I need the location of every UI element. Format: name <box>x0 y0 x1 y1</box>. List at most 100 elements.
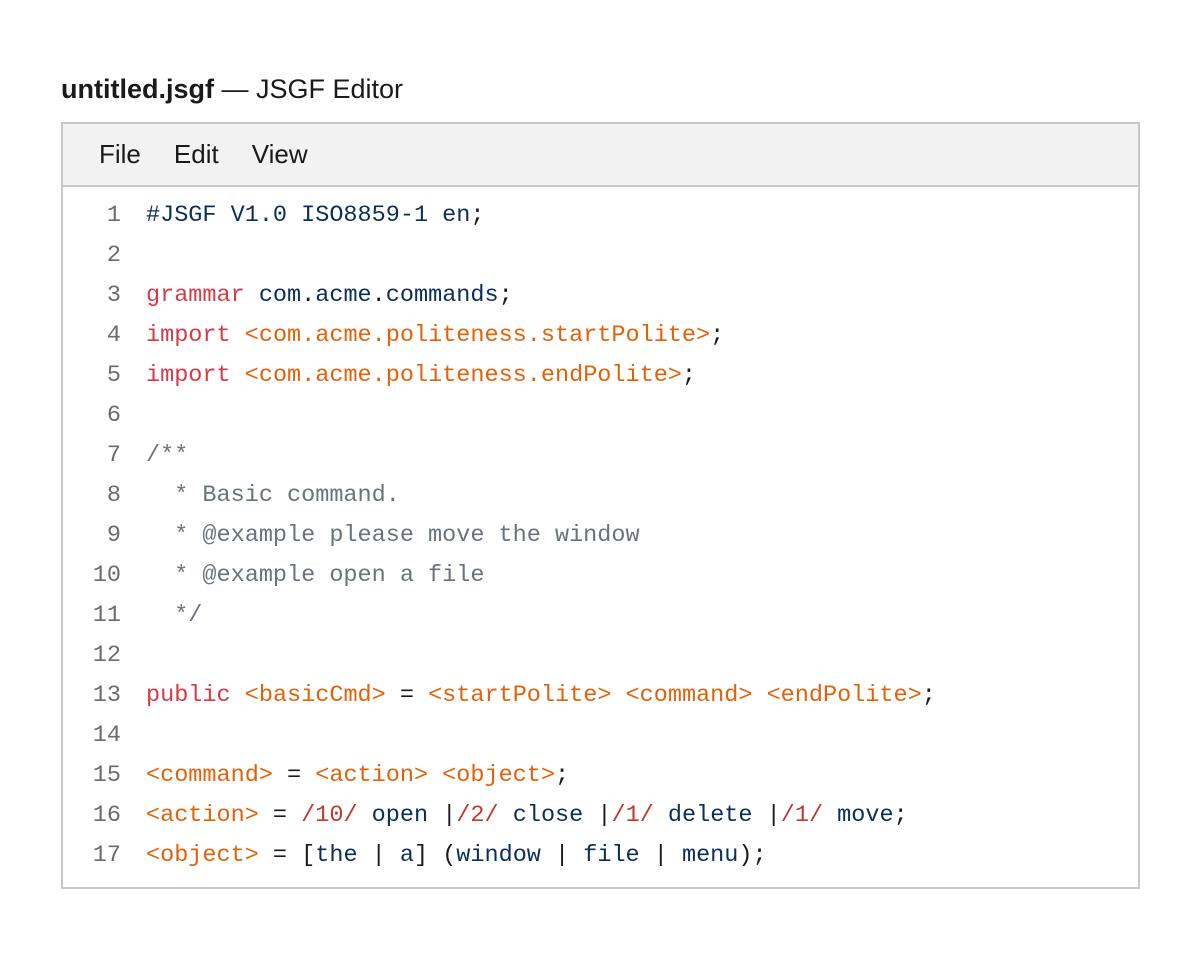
code-token: * @example open a file <box>146 562 485 589</box>
line-number: 2 <box>106 242 121 269</box>
line-number: 12 <box>92 642 121 669</box>
code-token: ; <box>498 282 513 309</box>
line-number: 15 <box>92 762 121 789</box>
code-token: | <box>540 842 584 869</box>
line-number: 10 <box>92 562 121 589</box>
line-text: <object> = [the | a] (window | file | me… <box>146 836 767 876</box>
code-token: ; <box>710 322 725 349</box>
code-line: 1 #JSGF V1.0 ISO8859-1 en; <box>63 196 936 236</box>
code-token: <com.acme.politeness.endPolite> <box>244 362 682 389</box>
code-token: | <box>639 842 682 869</box>
line-number: 5 <box>106 362 121 389</box>
code-line: 11 */ <box>63 596 936 636</box>
code-token: ; <box>470 202 485 229</box>
code-token: grammar <box>146 282 245 309</box>
code-token: file <box>583 842 640 869</box>
code-token: . <box>371 282 386 309</box>
code-token: com <box>258 282 302 309</box>
code-token: /1/ <box>780 802 824 829</box>
line-number: 11 <box>92 602 121 629</box>
line-text: */ <box>146 596 202 636</box>
code-token: <command> <box>625 682 753 709</box>
line-number: 4 <box>106 322 121 349</box>
code-token: <startPolite> <box>428 682 612 709</box>
code-token: = <box>272 762 316 789</box>
line-text: <action> = /10/ open |/2/ close |/1/ del… <box>146 796 908 836</box>
code-line: 4 import <com.acme.politeness.startPolite… <box>63 316 936 356</box>
code-token: import <box>146 362 231 389</box>
code-line: 15 <command> = <action> <object>; <box>63 756 936 796</box>
editor-window: File Edit View 1 #JSGF V1.0 ISO8859-1 en;… <box>61 122 1140 889</box>
code-token: ] ( <box>413 842 457 869</box>
code-token: */ <box>146 602 203 629</box>
code-area[interactable]: 1 #JSGF V1.0 ISO8859-1 en; 2 3 grammar com.a… <box>63 196 936 876</box>
code-token: commands <box>385 282 499 309</box>
line-text: grammar com.acme.commands; <box>146 276 513 316</box>
code-line: 6 <box>63 396 936 436</box>
line-number: 8 <box>106 482 121 509</box>
code-token: /10/ <box>301 802 358 829</box>
code-token: <command> <box>146 762 273 789</box>
menu-view[interactable]: View <box>252 139 308 170</box>
window-title: untitled.jsgf — JSGF Editor <box>61 72 403 106</box>
code-token: <object> <box>146 842 259 869</box>
menu-edit[interactable]: Edit <box>174 139 219 170</box>
line-text: /** <box>146 436 188 476</box>
code-token: public <box>146 682 231 709</box>
code-line: 17 <object> = [the | a] (window | file | … <box>63 836 936 876</box>
code-token: <com.acme.politeness.startPolite> <box>244 322 711 349</box>
code-line: 3 grammar com.acme.commands; <box>63 276 936 316</box>
line-text: * Basic command. <box>146 476 400 516</box>
menu-bar: File Edit View <box>63 124 1138 187</box>
code-token: <action> <box>146 802 259 829</box>
code-token: = [ <box>258 842 316 869</box>
code-token: /** <box>146 442 189 469</box>
code-line: 7 /** <box>63 436 936 476</box>
line-number: 14 <box>92 722 121 749</box>
code-line: 5 import <com.acme.politeness.endPolite>; <box>63 356 936 396</box>
code-token: /1/ <box>611 802 654 829</box>
code-token: ; <box>893 802 908 829</box>
code-token: move <box>837 802 894 829</box>
code-token: = <box>258 802 302 829</box>
code-line: 9 * @example please move the window <box>63 516 936 556</box>
code-line: 14 <box>63 716 936 756</box>
code-token: #JSGF V1.0 ISO8859-1 en <box>146 202 471 229</box>
code-line: 12 <box>63 636 936 676</box>
code-line: 2 <box>63 236 936 276</box>
code-token: window <box>456 842 541 869</box>
code-token: ); <box>738 842 767 869</box>
code-token: acme <box>315 282 372 309</box>
line-number: 16 <box>92 802 121 829</box>
line-number: 3 <box>106 282 121 309</box>
code-token: menu <box>681 842 739 869</box>
line-text: import <com.acme.politeness.startPolite>… <box>146 316 724 356</box>
line-text: * @example open a file <box>146 556 484 596</box>
code-token: a <box>399 842 414 869</box>
line-number: 17 <box>92 842 121 869</box>
code-token: <endPolite> <box>766 682 922 709</box>
code-token: | <box>752 802 781 829</box>
code-token: the <box>315 842 358 869</box>
line-number: 13 <box>92 682 121 709</box>
code-token: ; <box>921 682 936 709</box>
app-name: — JSGF Editor <box>213 74 404 104</box>
code-token: ; <box>555 762 570 789</box>
code-token: * Basic command. <box>146 482 400 509</box>
line-number: 6 <box>106 402 121 429</box>
code-token: | <box>357 842 400 869</box>
code-token: <action> <box>315 762 429 789</box>
code-token: import <box>146 322 231 349</box>
line-number: 7 <box>106 442 121 469</box>
line-text: import <com.acme.politeness.endPolite>; <box>146 356 696 396</box>
menu-file[interactable]: File <box>99 139 141 170</box>
